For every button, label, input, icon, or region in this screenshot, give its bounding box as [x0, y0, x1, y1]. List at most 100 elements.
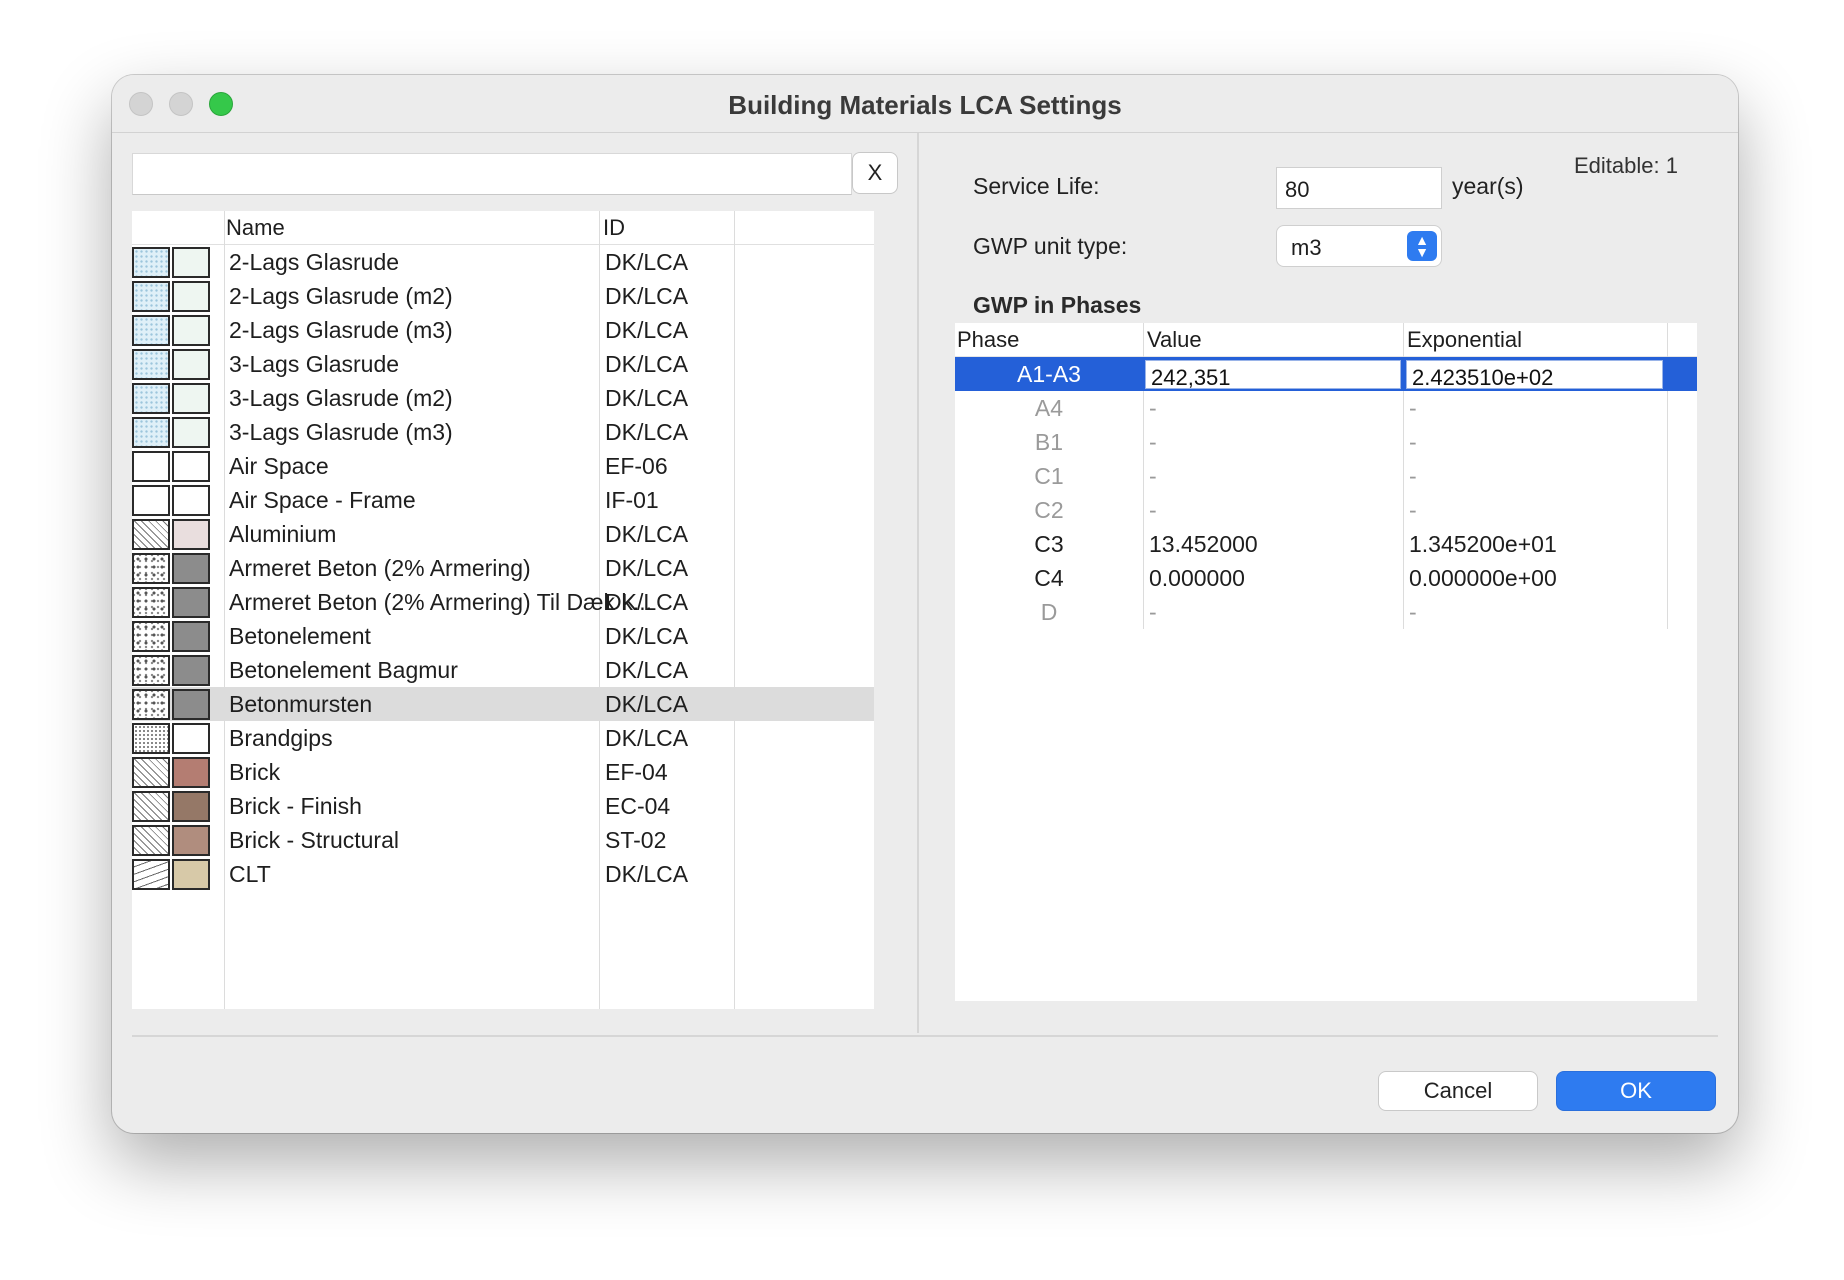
- phase-row[interactable]: C4 0.000000 0.000000e+00: [955, 561, 1697, 595]
- phase-value: -: [1149, 497, 1157, 523]
- exponential-edit-field[interactable]: 2.423510e+02: [1406, 360, 1663, 390]
- fill-color-swatch: [172, 859, 210, 890]
- gwp-phases-table: Phase Value Exponential A1-A3 242,351 2.42…: [955, 323, 1697, 1001]
- material-row[interactable]: Betonelement Bagmur DK/LCA: [132, 653, 874, 687]
- phase-exponential: -: [1409, 463, 1417, 489]
- material-id: DK/LCA: [605, 419, 689, 445]
- material-row[interactable]: 3-Lags Glasrude (m2) DK/LCA: [132, 381, 874, 415]
- material-name: Aluminium: [229, 521, 337, 547]
- material-name: Brick: [229, 759, 281, 785]
- material-row[interactable]: Brick - Structural ST-02: [132, 823, 874, 857]
- material-row[interactable]: Brandgips DK/LCA: [132, 721, 874, 755]
- stepper-icon: ▲ ▼: [1407, 231, 1437, 261]
- hatch-pattern-swatch: [132, 587, 170, 618]
- material-name: 3-Lags Glasrude (m3): [229, 419, 453, 445]
- phase-row[interactable]: C1 - -: [955, 459, 1697, 493]
- material-row[interactable]: Brick EF-04: [132, 755, 874, 789]
- material-row[interactable]: Betonmursten DK/LCA: [132, 687, 874, 721]
- phase-row[interactable]: C3 13.452000 1.345200e+01: [955, 527, 1697, 561]
- material-id: DK/LCA: [605, 385, 689, 411]
- phase-name: C1: [1034, 463, 1064, 489]
- phase-name: A1-A3: [1017, 361, 1081, 387]
- cancel-button[interactable]: Cancel: [1378, 1071, 1538, 1111]
- column-header-value[interactable]: Value: [1147, 327, 1202, 353]
- search-input[interactable]: [132, 153, 852, 195]
- material-id: DK/LCA: [605, 351, 689, 377]
- service-life-input[interactable]: 80: [1276, 167, 1442, 209]
- fill-color-swatch: [172, 417, 210, 448]
- material-row[interactable]: 3-Lags Glasrude (m3) DK/LCA: [132, 415, 874, 449]
- phase-name: C4: [1034, 565, 1064, 591]
- phase-exponential: 0.000000e+00: [1409, 565, 1557, 591]
- material-row[interactable]: 2-Lags Glasrude DK/LCA: [132, 245, 874, 279]
- service-life-unit: year(s): [1452, 173, 1524, 199]
- phase-name: C2: [1034, 497, 1064, 523]
- phase-row[interactable]: B1 - -: [955, 425, 1697, 459]
- material-id: EF-04: [605, 759, 668, 785]
- lca-settings-window: Building Materials LCA Settings X Name I…: [112, 75, 1738, 1133]
- material-row[interactable]: Air Space EF-06: [132, 449, 874, 483]
- gwp-unit-label: GWP unit type:: [973, 233, 1128, 259]
- material-row[interactable]: Brick - Finish EC-04: [132, 789, 874, 823]
- material-id: DK/LCA: [605, 521, 689, 547]
- phase-row[interactable]: D--: [955, 595, 1697, 629]
- fill-color-swatch: [172, 723, 210, 754]
- hatch-pattern-swatch: [132, 621, 170, 652]
- phase-exponential: -: [1409, 429, 1417, 455]
- title-bar: Building Materials LCA Settings: [112, 75, 1738, 133]
- fill-color-swatch: [172, 451, 210, 482]
- hatch-pattern-swatch: [132, 485, 170, 516]
- phase-value: -: [1149, 429, 1157, 455]
- material-id: DK/LCA: [605, 283, 689, 309]
- phase-value: -: [1149, 395, 1157, 421]
- material-name: 2-Lags Glasrude (m3): [229, 317, 453, 343]
- gwp-unit-select[interactable]: m3 ▲ ▼: [1276, 225, 1442, 267]
- material-name: 3-Lags Glasrude (m2): [229, 385, 453, 411]
- fill-color-swatch: [172, 587, 210, 618]
- material-id: DK/LCA: [605, 249, 689, 275]
- material-name: CLT: [229, 861, 271, 887]
- hatch-pattern-swatch: [132, 825, 170, 856]
- column-header-phase[interactable]: Phase: [957, 327, 1019, 353]
- material-row[interactable]: 3-Lags Glasrude DK/LCA: [132, 347, 874, 381]
- window-title: Building Materials LCA Settings: [728, 90, 1122, 120]
- material-row[interactable]: Air Space - Frame IF-01: [132, 483, 874, 517]
- material-id: DK/LCA: [605, 725, 689, 751]
- column-header-id[interactable]: ID: [603, 215, 625, 241]
- material-id: DK/LCA: [605, 589, 689, 615]
- material-name: Brick - Structural: [229, 827, 399, 853]
- fill-color-swatch: [172, 621, 210, 652]
- phase-name: C3: [1034, 531, 1064, 557]
- clear-search-button[interactable]: X: [852, 152, 898, 194]
- material-name: Betonmursten: [229, 691, 373, 717]
- fill-color-swatch: [172, 757, 210, 788]
- material-row[interactable]: Armeret Beton (2% Armering) DK/LCA: [132, 551, 874, 585]
- material-row[interactable]: 2-Lags Glasrude (m3) DK/LCA: [132, 313, 874, 347]
- hatch-pattern-swatch: [132, 315, 170, 346]
- material-row[interactable]: Betonelement DK/LCA: [132, 619, 874, 653]
- fill-color-swatch: [172, 485, 210, 516]
- column-header-exponential[interactable]: Exponential: [1407, 327, 1522, 353]
- gwp-phases-title: GWP in Phases: [973, 292, 1142, 318]
- phase-exponential: -: [1409, 599, 1417, 625]
- material-name: Armeret Beton (2% Armering): [229, 555, 531, 581]
- materials-table-header: Name ID: [132, 211, 874, 245]
- phase-row[interactable]: A4 - -: [955, 391, 1697, 425]
- material-name: Brandgips: [229, 725, 333, 751]
- ok-button[interactable]: OK: [1556, 1071, 1716, 1111]
- material-row[interactable]: CLT DK/LCA: [132, 857, 874, 891]
- phase-row[interactable]: C2 - -: [955, 493, 1697, 527]
- hatch-pattern-swatch: [132, 689, 170, 720]
- material-row[interactable]: 2-Lags Glasrude (m2) DK/LCA: [132, 279, 874, 313]
- column-header-name[interactable]: Name: [226, 215, 285, 241]
- hatch-pattern-swatch: [132, 553, 170, 584]
- value-edit-field[interactable]: 242,351: [1145, 360, 1401, 390]
- phase-row[interactable]: A1-A3 242,351 2.423510e+02: [955, 357, 1697, 391]
- material-row[interactable]: Aluminium DK/LCA: [132, 517, 874, 551]
- material-name: Betonelement Bagmur: [229, 657, 458, 683]
- material-row[interactable]: Armeret Beton (2% Armering) Til Dæk k...…: [132, 585, 874, 619]
- material-name: 2-Lags Glasrude (m2): [229, 283, 453, 309]
- hatch-pattern-swatch: [132, 859, 170, 890]
- material-id: DK/LCA: [605, 861, 689, 887]
- material-id: DK/LCA: [605, 691, 689, 717]
